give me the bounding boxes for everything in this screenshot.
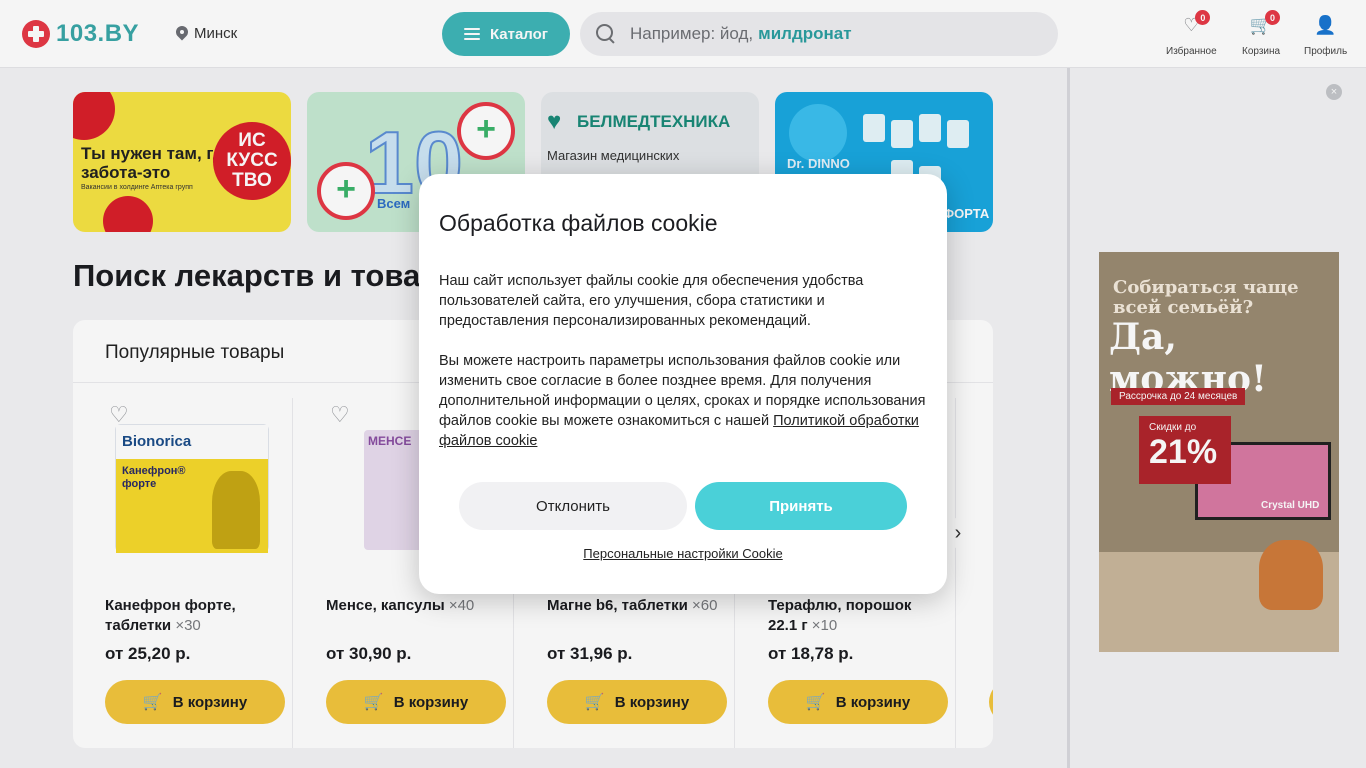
cookie-modal: Обработка файлов cookie Наш сайт использ… [419, 174, 947, 594]
cookie-paragraph-1: Наш сайт использует файлы cookie для обе… [439, 273, 864, 329]
cookie-paragraph-2: Вы можете настроить параметры использова… [439, 351, 931, 451]
cookie-modal-title: Обработка файлов cookie [439, 210, 718, 236]
cookie-settings-link[interactable]: Персональные настройки Cookie [419, 546, 947, 561]
decline-button[interactable]: Отклонить [459, 482, 687, 530]
accept-button[interactable]: Принять [695, 482, 907, 530]
